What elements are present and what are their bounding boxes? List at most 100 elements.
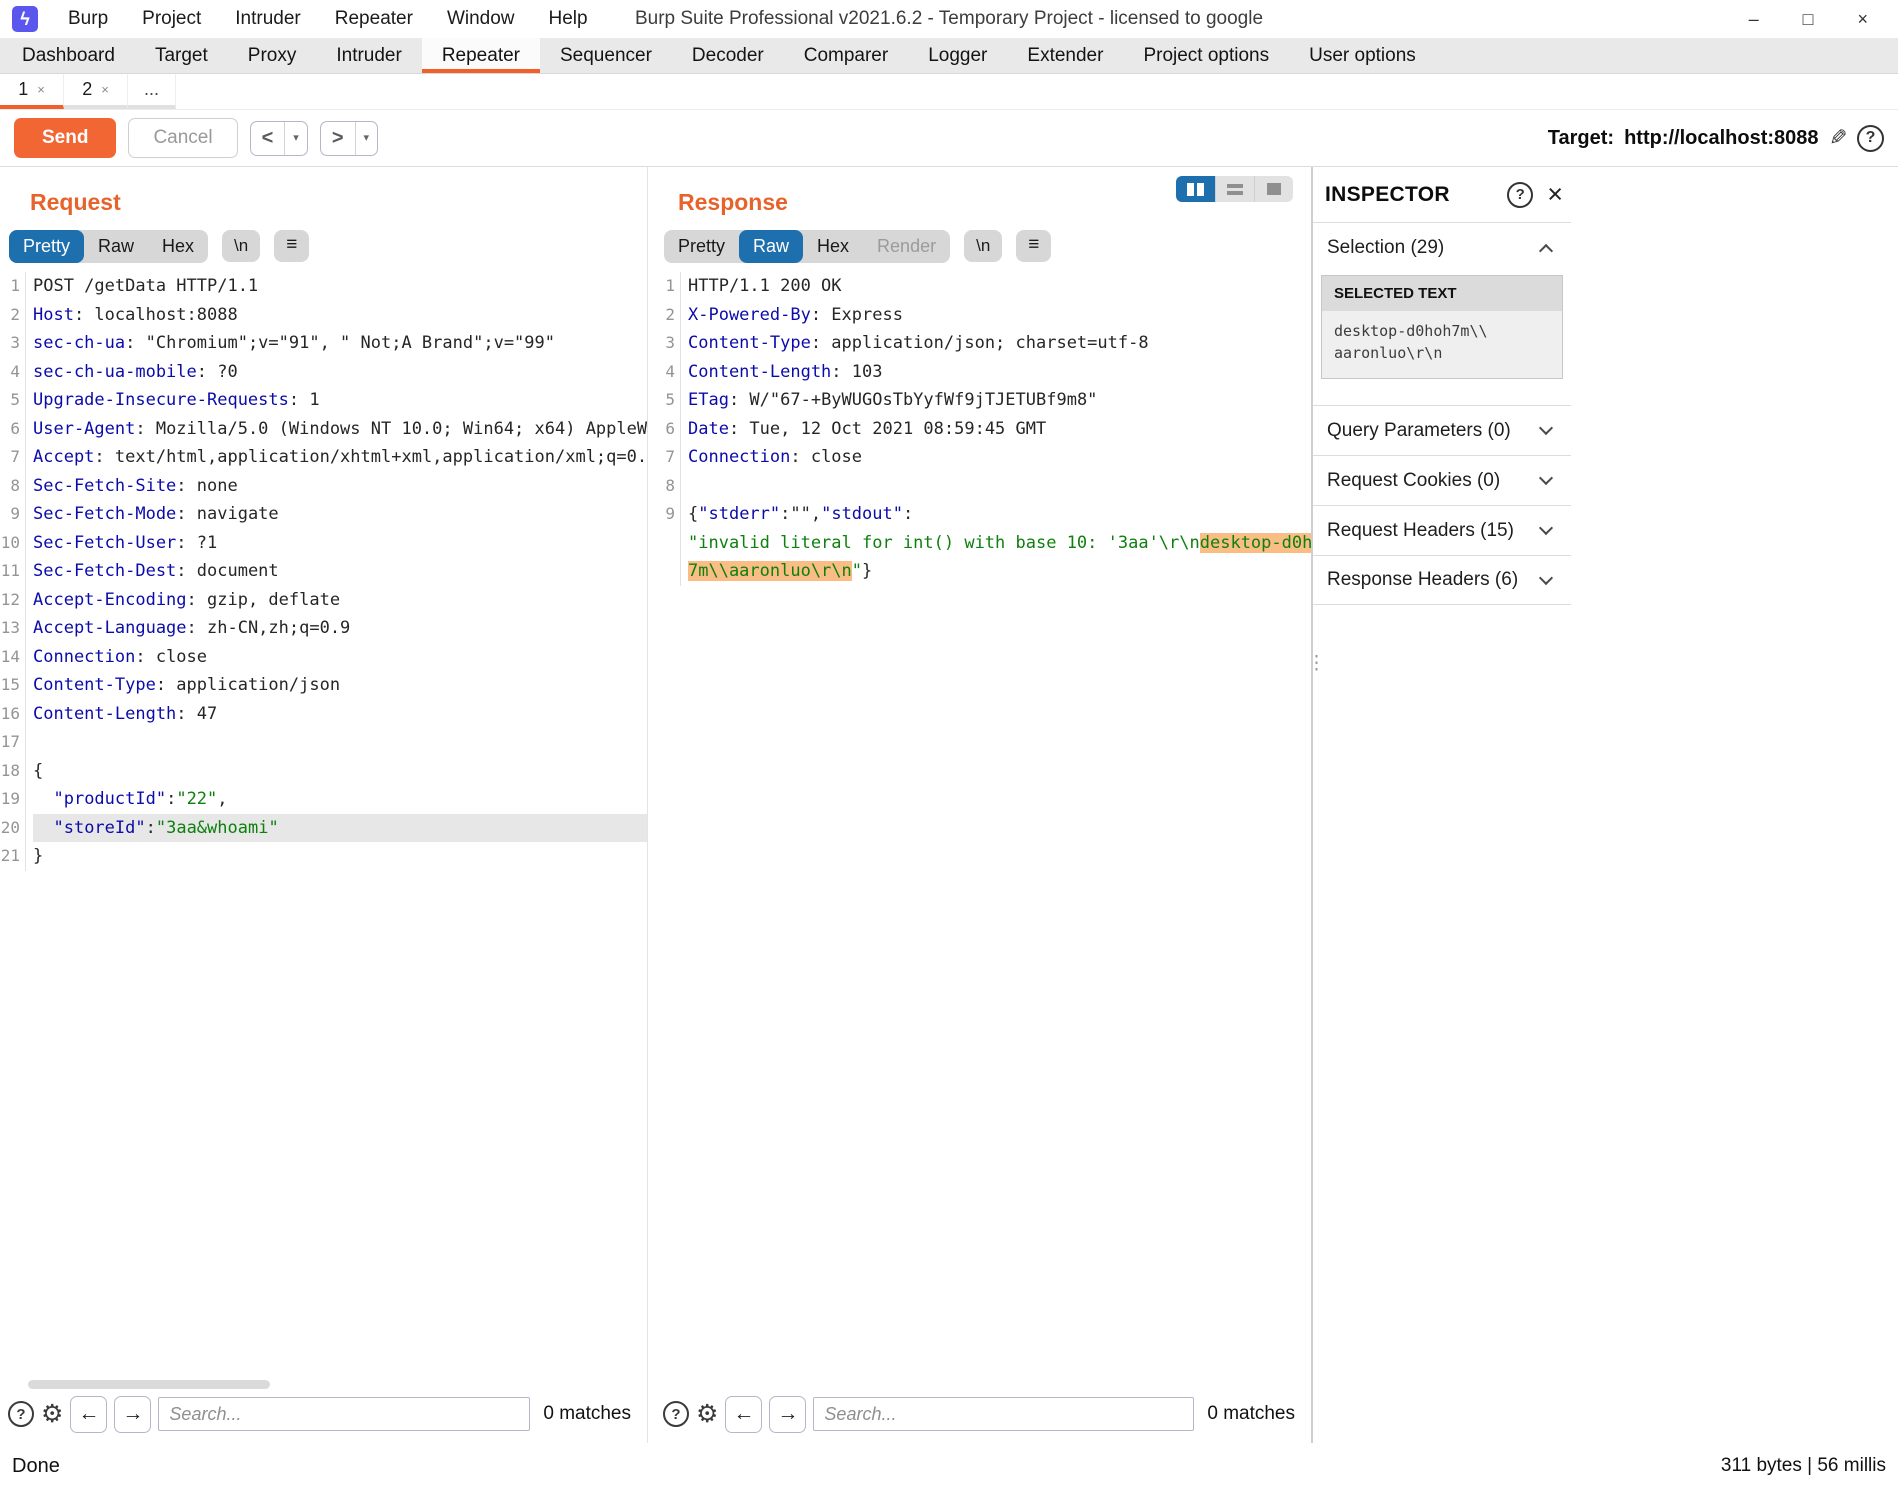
next-match-button[interactable]: → <box>114 1395 152 1433</box>
code-line[interactable]: 5 ETag: W/"67-+ByWUGOsTbYyfWf9jTJETUBf9m8… <box>655 386 1311 415</box>
code-line[interactable]: 7 Accept: text/html,application/xhtml+xml… <box>0 443 647 472</box>
code-line[interactable]: 14 Connection: close <box>0 642 647 671</box>
code-line[interactable]: 1 POST /getData HTTP/1.1 <box>0 272 647 301</box>
send-button[interactable]: Send <box>14 118 117 158</box>
tab-decoder[interactable]: Decoder <box>672 38 784 73</box>
tab-extender[interactable]: Extender <box>1007 38 1123 73</box>
tab-user-options[interactable]: User options <box>1289 38 1436 73</box>
response-view-tab-hex[interactable]: Hex <box>803 230 863 263</box>
edit-target-icon[interactable]: ✎ <box>1829 125 1847 151</box>
inspector-section-response-headers[interactable]: Response Headers (6) <box>1313 555 1571 605</box>
code-line[interactable]: 1 HTTP/1.1 200 OK <box>655 272 1311 301</box>
help-icon[interactable]: ? <box>8 1401 34 1427</box>
code-line[interactable]: 3 Content-Type: application/json; charset… <box>655 329 1311 358</box>
menu-intruder[interactable]: Intruder <box>235 8 300 30</box>
help-icon[interactable]: ? <box>663 1401 689 1427</box>
gear-icon[interactable]: ⚙ <box>41 1401 63 1427</box>
minimize-button[interactable]: – <box>1749 9 1759 30</box>
close-inspector-icon[interactable]: × <box>1547 179 1563 210</box>
splitter-handle-icon[interactable]: ⋮ <box>1307 654 1326 673</box>
gear-icon[interactable]: ⚙ <box>696 1401 718 1427</box>
tab-project-options[interactable]: Project options <box>1123 38 1289 73</box>
search-input[interactable] <box>813 1397 1195 1431</box>
cancel-button[interactable]: Cancel <box>128 118 238 158</box>
code-line[interactable]: 4 sec-ch-ua-mobile: ?0 <box>0 357 647 386</box>
maximize-button[interactable]: □ <box>1803 9 1814 30</box>
panel-splitter[interactable]: ⋮ <box>648 167 667 1443</box>
close-button[interactable]: × <box>1857 9 1868 30</box>
help-icon[interactable]: ? <box>1857 124 1884 152</box>
repeater-tab-more[interactable]: ... <box>128 74 176 109</box>
code-line[interactable]: 7 Connection: close <box>655 443 1311 472</box>
code-line[interactable]: "invalid literal for int() with base 10:… <box>655 528 1311 557</box>
code-line[interactable]: 3 sec-ch-ua: "Chromium";v="91", " Not;A B… <box>0 329 647 358</box>
code-line[interactable]: 2 Host: localhost:8088 <box>0 300 647 329</box>
response-view-tab-render[interactable]: Render <box>863 230 950 263</box>
layout-columns-button[interactable] <box>1176 176 1215 202</box>
tab-target[interactable]: Target <box>135 38 228 73</box>
show-newlines-button[interactable]: \n <box>964 230 1003 262</box>
request-view-tab-raw[interactable]: Raw <box>84 230 148 263</box>
code-line[interactable]: 15 Content-Type: application/json <box>0 671 647 700</box>
inspector-section-request-headers[interactable]: Request Headers (15) <box>1313 505 1571 555</box>
code-line[interactable]: 13 Accept-Language: zh-CN,zh;q=0.9 <box>0 614 647 643</box>
editor-menu-icon[interactable]: ≡ <box>274 230 310 262</box>
request-view-tab-pretty[interactable]: Pretty <box>9 229 85 263</box>
code-line[interactable]: 7m\\aaronluo\r\n"} <box>655 557 1311 586</box>
request-view-tab-hex[interactable]: Hex <box>148 230 208 263</box>
code-line[interactable]: 6 User-Agent: Mozilla/5.0 (Windows NT 10.… <box>0 414 647 443</box>
menu-project[interactable]: Project <box>142 8 201 30</box>
tab-dashboard[interactable]: Dashboard <box>2 38 135 73</box>
response-view-tab-raw[interactable]: Raw <box>739 229 804 263</box>
tab-proxy[interactable]: Proxy <box>228 38 317 73</box>
menu-help[interactable]: Help <box>549 8 588 30</box>
editor-menu-icon[interactable]: ≡ <box>1016 230 1052 262</box>
dropdown-arrow-icon[interactable]: ▾ <box>354 121 378 155</box>
inspector-section-query-parameters[interactable]: Query Parameters (0) <box>1313 405 1571 455</box>
previous-request-button[interactable]: < ▾ <box>249 120 308 156</box>
code-line[interactable]: 4 Content-Length: 103 <box>655 357 1311 386</box>
code-line[interactable]: 21} <box>0 842 647 871</box>
menu-repeater[interactable]: Repeater <box>335 8 413 30</box>
selection-section-header[interactable]: Selection (29) <box>1313 223 1571 273</box>
request-editor[interactable]: 1 POST /getData HTTP/1.1 2 Host: localhost:… <box>0 264 647 1379</box>
code-line[interactable]: 17 <box>0 728 647 757</box>
code-line[interactable]: 11 Sec-Fetch-Dest: document <box>0 557 647 586</box>
menu-window[interactable]: Window <box>447 8 515 30</box>
next-match-button[interactable]: → <box>769 1395 807 1433</box>
tab-intruder[interactable]: Intruder <box>316 38 421 73</box>
previous-match-button[interactable]: ← <box>725 1395 763 1433</box>
close-tab-icon[interactable]: × <box>101 82 109 97</box>
response-view-tab-pretty[interactable]: Pretty <box>664 230 739 263</box>
code-line[interactable]: 10 Sec-Fetch-User: ?1 <box>0 528 647 557</box>
previous-match-button[interactable]: ← <box>70 1395 108 1433</box>
help-icon[interactable]: ? <box>1507 181 1534 208</box>
code-line[interactable]: 8 <box>655 471 1311 500</box>
code-line[interactable]: 5 Upgrade-Insecure-Requests: 1 <box>0 386 647 415</box>
tab-logger[interactable]: Logger <box>908 38 1007 73</box>
tab-sequencer[interactable]: Sequencer <box>540 38 672 73</box>
code-line[interactable]: 19 "productId":"22", <box>0 785 647 814</box>
menu-burp[interactable]: Burp <box>68 8 108 30</box>
response-editor[interactable]: 1 HTTP/1.1 200 OK 2 X-Powered-By: Express 3 C… <box>655 264 1311 1393</box>
code-line[interactable]: 2 X-Powered-By: Express <box>655 300 1311 329</box>
tab-comparer[interactable]: Comparer <box>784 38 908 73</box>
code-line[interactable]: 8 Sec-Fetch-Site: none <box>0 471 647 500</box>
code-line[interactable]: 16 Content-Length: 47 <box>0 699 647 728</box>
repeater-tab-2[interactable]: 2 × <box>64 74 128 109</box>
inspector-section-request-cookies[interactable]: Request Cookies (0) <box>1313 455 1571 505</box>
layout-single-button[interactable] <box>1254 176 1293 202</box>
code-line[interactable]: 20 "storeId":"3aa&whoami" <box>0 813 647 842</box>
search-input[interactable] <box>158 1397 531 1431</box>
show-newlines-button[interactable]: \n <box>222 230 261 262</box>
scrollbar-thumb[interactable] <box>28 1380 270 1389</box>
code-line[interactable]: 9 {"stderr":"","stdout": <box>655 500 1311 529</box>
repeater-tab-1[interactable]: 1 × <box>0 74 64 109</box>
tab-repeater[interactable]: Repeater <box>421 38 541 73</box>
layout-rows-button[interactable] <box>1215 176 1254 202</box>
close-tab-icon[interactable]: × <box>37 82 45 97</box>
code-line[interactable]: 9 Sec-Fetch-Mode: navigate <box>0 500 647 529</box>
code-line[interactable]: 18 { <box>0 756 647 785</box>
code-line[interactable]: 12 Accept-Encoding: gzip, deflate <box>0 585 647 614</box>
code-line[interactable]: 6 Date: Tue, 12 Oct 2021 08:59:45 GMT <box>655 414 1311 443</box>
